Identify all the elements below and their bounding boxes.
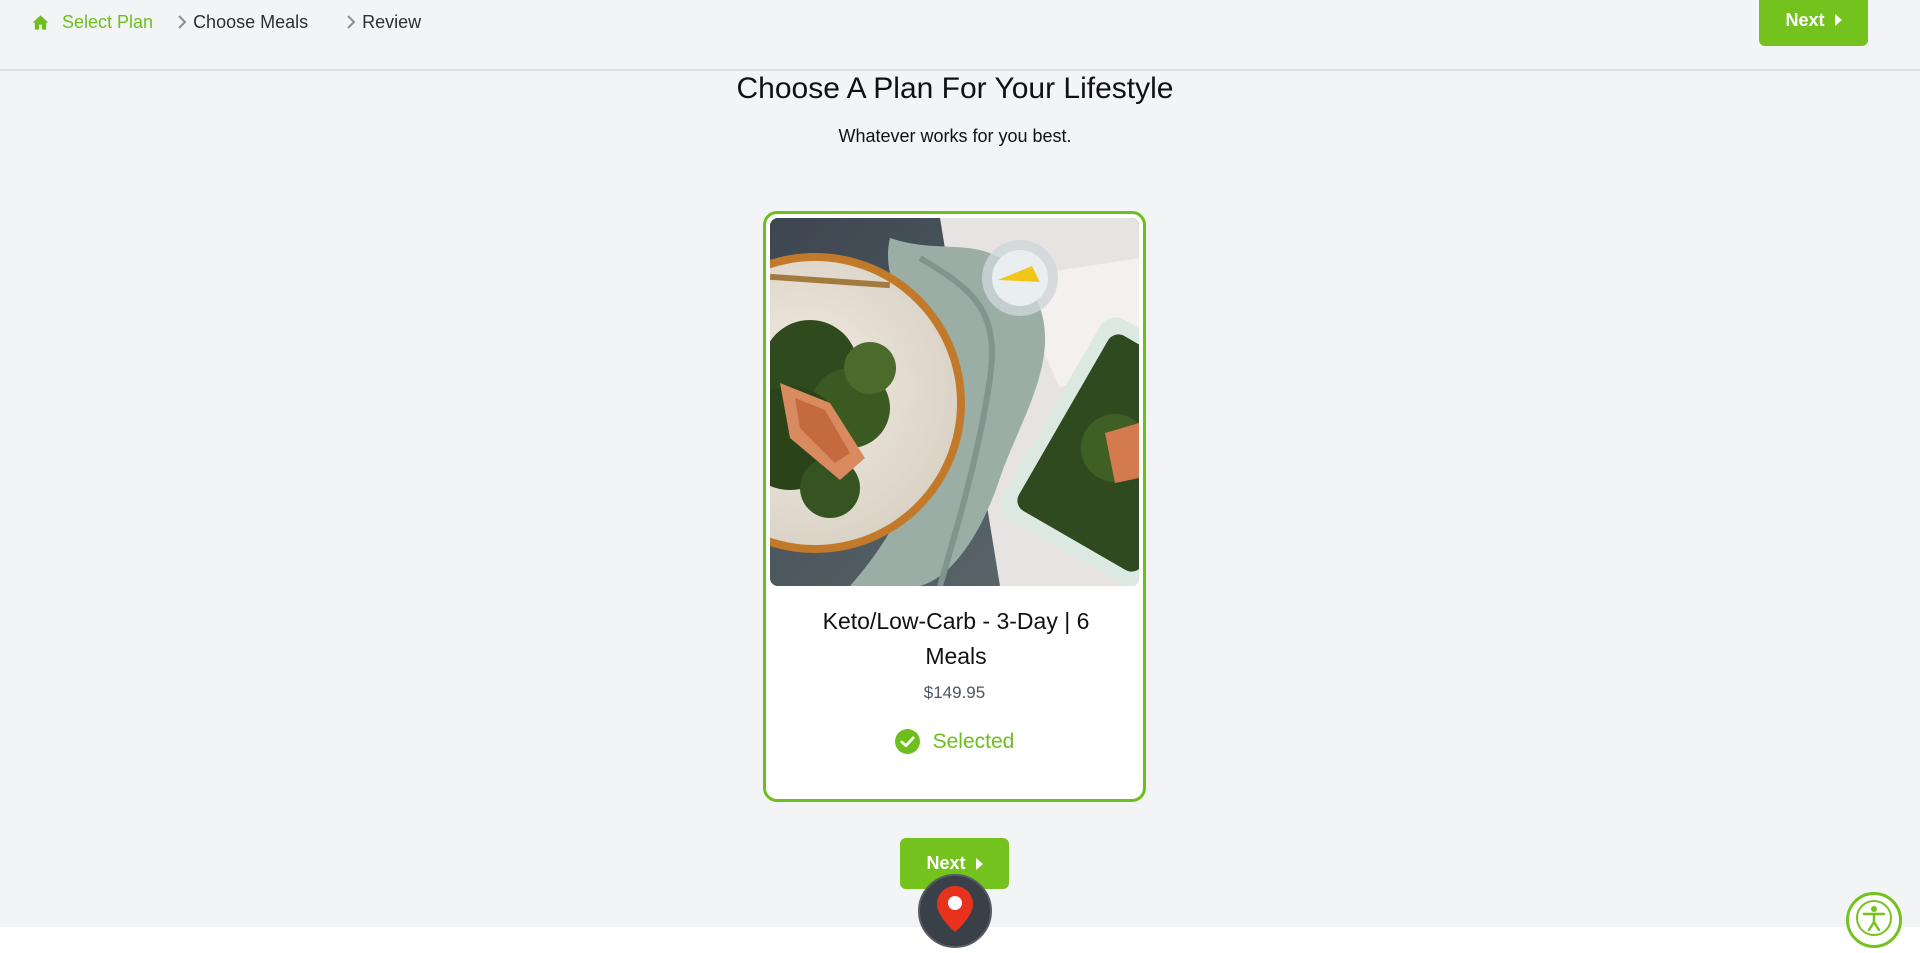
plan-image — [770, 218, 1139, 586]
plan-price: $149.95 — [923, 683, 986, 702]
accessibility-button[interactable] — [1846, 892, 1902, 948]
breadcrumb-label: Choose Meals — [193, 11, 309, 32]
chevron-right-icon — [346, 14, 356, 30]
page-subtitle: Whatever works for you best. — [838, 126, 1072, 146]
home-icon — [32, 14, 49, 31]
breadcrumb-label: Select Plan — [62, 11, 154, 32]
breadcrumb-review[interactable]: Review — [362, 12, 421, 33]
breadcrumb-label: Review — [362, 11, 422, 32]
caret-right-icon — [1834, 14, 1842, 26]
plan-card[interactable]: Keto/Low-Carb - 3-Day | 6 Meals $149.95 … — [763, 211, 1146, 802]
chevron-right-icon — [177, 14, 187, 30]
breadcrumb: Select Plan Choose Meals Review — [32, 10, 421, 34]
page-title: Choose A Plan For Your Lifestyle — [736, 72, 1174, 105]
accessibility-icon — [1854, 898, 1894, 943]
next-button-top[interactable]: Next — [1759, 0, 1868, 46]
map-pin-icon — [937, 885, 973, 937]
breadcrumb-choose-meals[interactable]: Choose Meals — [193, 12, 308, 33]
caret-right-icon — [975, 857, 983, 870]
check-circle-icon — [894, 729, 920, 754]
selected-label: Selected — [932, 729, 1015, 753]
map-location-button[interactable] — [918, 874, 992, 948]
plan-name: Keto/Low-Carb - 3-Day | 6 Meals — [822, 608, 1090, 669]
next-button-label: Next — [1785, 9, 1825, 30]
selected-status: Selected — [766, 729, 1143, 754]
breadcrumb-select-plan[interactable]: Select Plan — [32, 12, 153, 33]
top-bar: Select Plan Choose Meals Review Next — [0, 0, 1920, 71]
next-button-label: Next — [926, 853, 966, 873]
